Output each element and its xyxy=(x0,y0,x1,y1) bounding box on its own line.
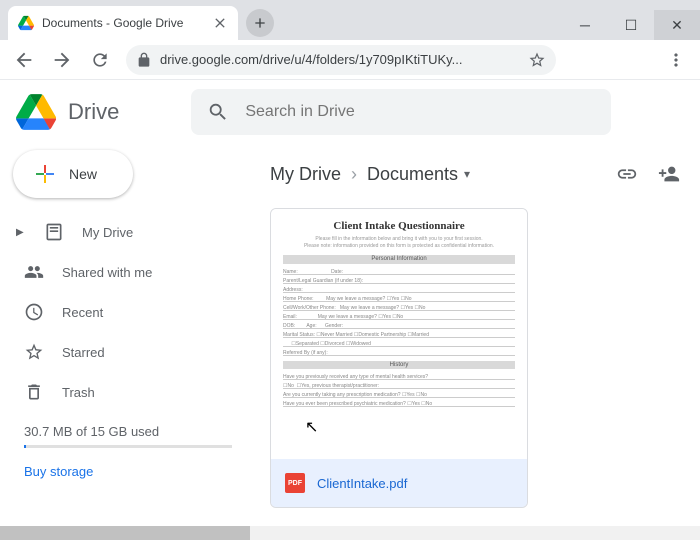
link-icon[interactable] xyxy=(616,163,638,185)
search-input[interactable] xyxy=(245,103,595,121)
tab-title: Documents - Google Drive xyxy=(42,16,204,30)
sidebar: New ▶ My Drive Shared with me Recent Sta… xyxy=(0,80,256,540)
file-grid: Client Intake Questionnaire Please fill … xyxy=(260,198,700,508)
sidebar-label: My Drive xyxy=(82,225,133,240)
add-person-icon[interactable] xyxy=(658,163,680,185)
browser-tab[interactable]: Documents - Google Drive xyxy=(8,6,238,40)
file-thumbnail: Client Intake Questionnaire Please fill … xyxy=(271,209,527,459)
drive-wordmark: Drive xyxy=(68,99,119,125)
new-button[interactable]: New xyxy=(13,150,133,198)
file-name: ClientIntake.pdf xyxy=(317,476,407,491)
forward-button[interactable] xyxy=(46,44,78,76)
drive-header: Drive xyxy=(0,80,700,144)
sidebar-item-starred[interactable]: Starred xyxy=(0,332,256,372)
sidebar-label: Starred xyxy=(62,345,105,360)
horizontal-scrollbar[interactable] xyxy=(0,526,700,540)
shared-icon xyxy=(24,262,44,282)
star-icon[interactable] xyxy=(528,51,546,69)
sidebar-label: Recent xyxy=(62,305,103,320)
back-button[interactable] xyxy=(8,44,40,76)
main-pane: My Drive › Documents ▾ Client Intake Que… xyxy=(260,80,700,540)
tab-close-icon[interactable] xyxy=(212,15,228,31)
window-maximize-button[interactable]: ☐ xyxy=(608,10,654,40)
address-bar[interactable]: drive.google.com/drive/u/4/folders/1y709… xyxy=(126,45,556,75)
breadcrumb-current[interactable]: Documents ▾ xyxy=(367,164,470,185)
drive-logo-icon xyxy=(16,92,56,132)
storage-bar xyxy=(24,445,232,448)
file-footer: PDF ClientIntake.pdf xyxy=(271,459,527,507)
new-button-label: New xyxy=(69,166,97,182)
file-card[interactable]: Client Intake Questionnaire Please fill … xyxy=(270,208,528,508)
storage-text: 30.7 MB of 15 GB used xyxy=(24,424,232,439)
sidebar-item-mydrive[interactable]: ▶ My Drive xyxy=(0,212,256,252)
chevron-down-icon: ▾ xyxy=(464,167,470,181)
new-tab-button[interactable] xyxy=(246,9,274,37)
mydrive-icon xyxy=(44,222,64,242)
window-controls: ─ ☐ ✕ xyxy=(562,10,700,40)
reload-button[interactable] xyxy=(84,44,116,76)
window-close-button[interactable]: ✕ xyxy=(654,10,700,40)
window-minimize-button[interactable]: ─ xyxy=(562,10,608,40)
browser-toolbar: drive.google.com/drive/u/4/folders/1y709… xyxy=(0,40,700,80)
url-text: drive.google.com/drive/u/4/folders/1y709… xyxy=(160,52,520,67)
sidebar-label: Shared with me xyxy=(62,265,152,280)
lock-icon xyxy=(136,52,152,68)
recent-icon xyxy=(24,302,44,322)
cursor-icon: ↖ xyxy=(305,417,318,439)
search-box[interactable] xyxy=(191,89,611,135)
search-icon xyxy=(207,101,229,123)
plus-icon xyxy=(33,162,57,186)
pdf-icon: PDF xyxy=(285,473,305,493)
breadcrumb: My Drive › Documents ▾ xyxy=(260,150,700,198)
drive-favicon xyxy=(18,15,34,31)
trash-icon xyxy=(24,382,44,402)
buy-storage-link[interactable]: Buy storage xyxy=(24,464,232,479)
chevron-right-icon: › xyxy=(351,164,357,185)
sidebar-item-trash[interactable]: Trash xyxy=(0,372,256,412)
expand-icon[interactable]: ▶ xyxy=(16,227,26,238)
storage-section: 30.7 MB of 15 GB used Buy storage xyxy=(0,412,256,491)
browser-titlebar: Documents - Google Drive ─ ☐ ✕ xyxy=(0,0,700,40)
sidebar-item-recent[interactable]: Recent xyxy=(0,292,256,332)
breadcrumb-root[interactable]: My Drive xyxy=(270,164,341,185)
browser-menu-button[interactable] xyxy=(660,44,692,76)
star-outline-icon xyxy=(24,342,44,362)
sidebar-label: Trash xyxy=(62,385,95,400)
sidebar-item-shared[interactable]: Shared with me xyxy=(0,252,256,292)
